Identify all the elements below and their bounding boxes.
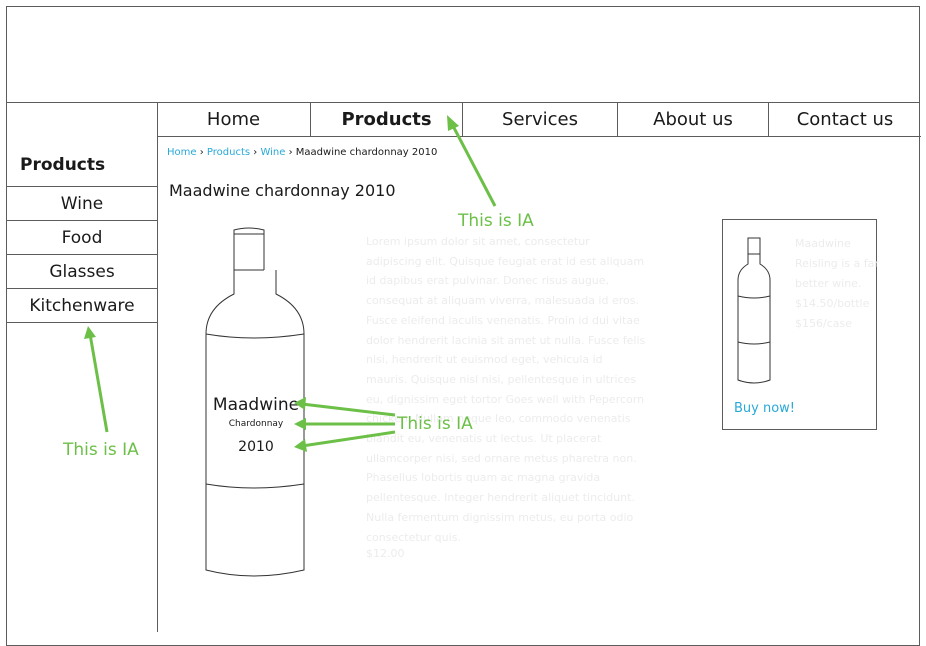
arrow-to-topnav bbox=[450, 123, 497, 207]
ia-annotation-sidebar: This is IA bbox=[63, 440, 139, 460]
ia-annotation-bottle: This is IA bbox=[397, 414, 473, 434]
arrow-to-bottle-brand bbox=[301, 402, 396, 417]
ia-annotation-topnav: This is IA bbox=[458, 211, 534, 231]
arrow-to-sidebar bbox=[88, 333, 109, 433]
arrow-to-bottle-year bbox=[301, 430, 396, 448]
annotation-arrows bbox=[84, 115, 497, 452]
